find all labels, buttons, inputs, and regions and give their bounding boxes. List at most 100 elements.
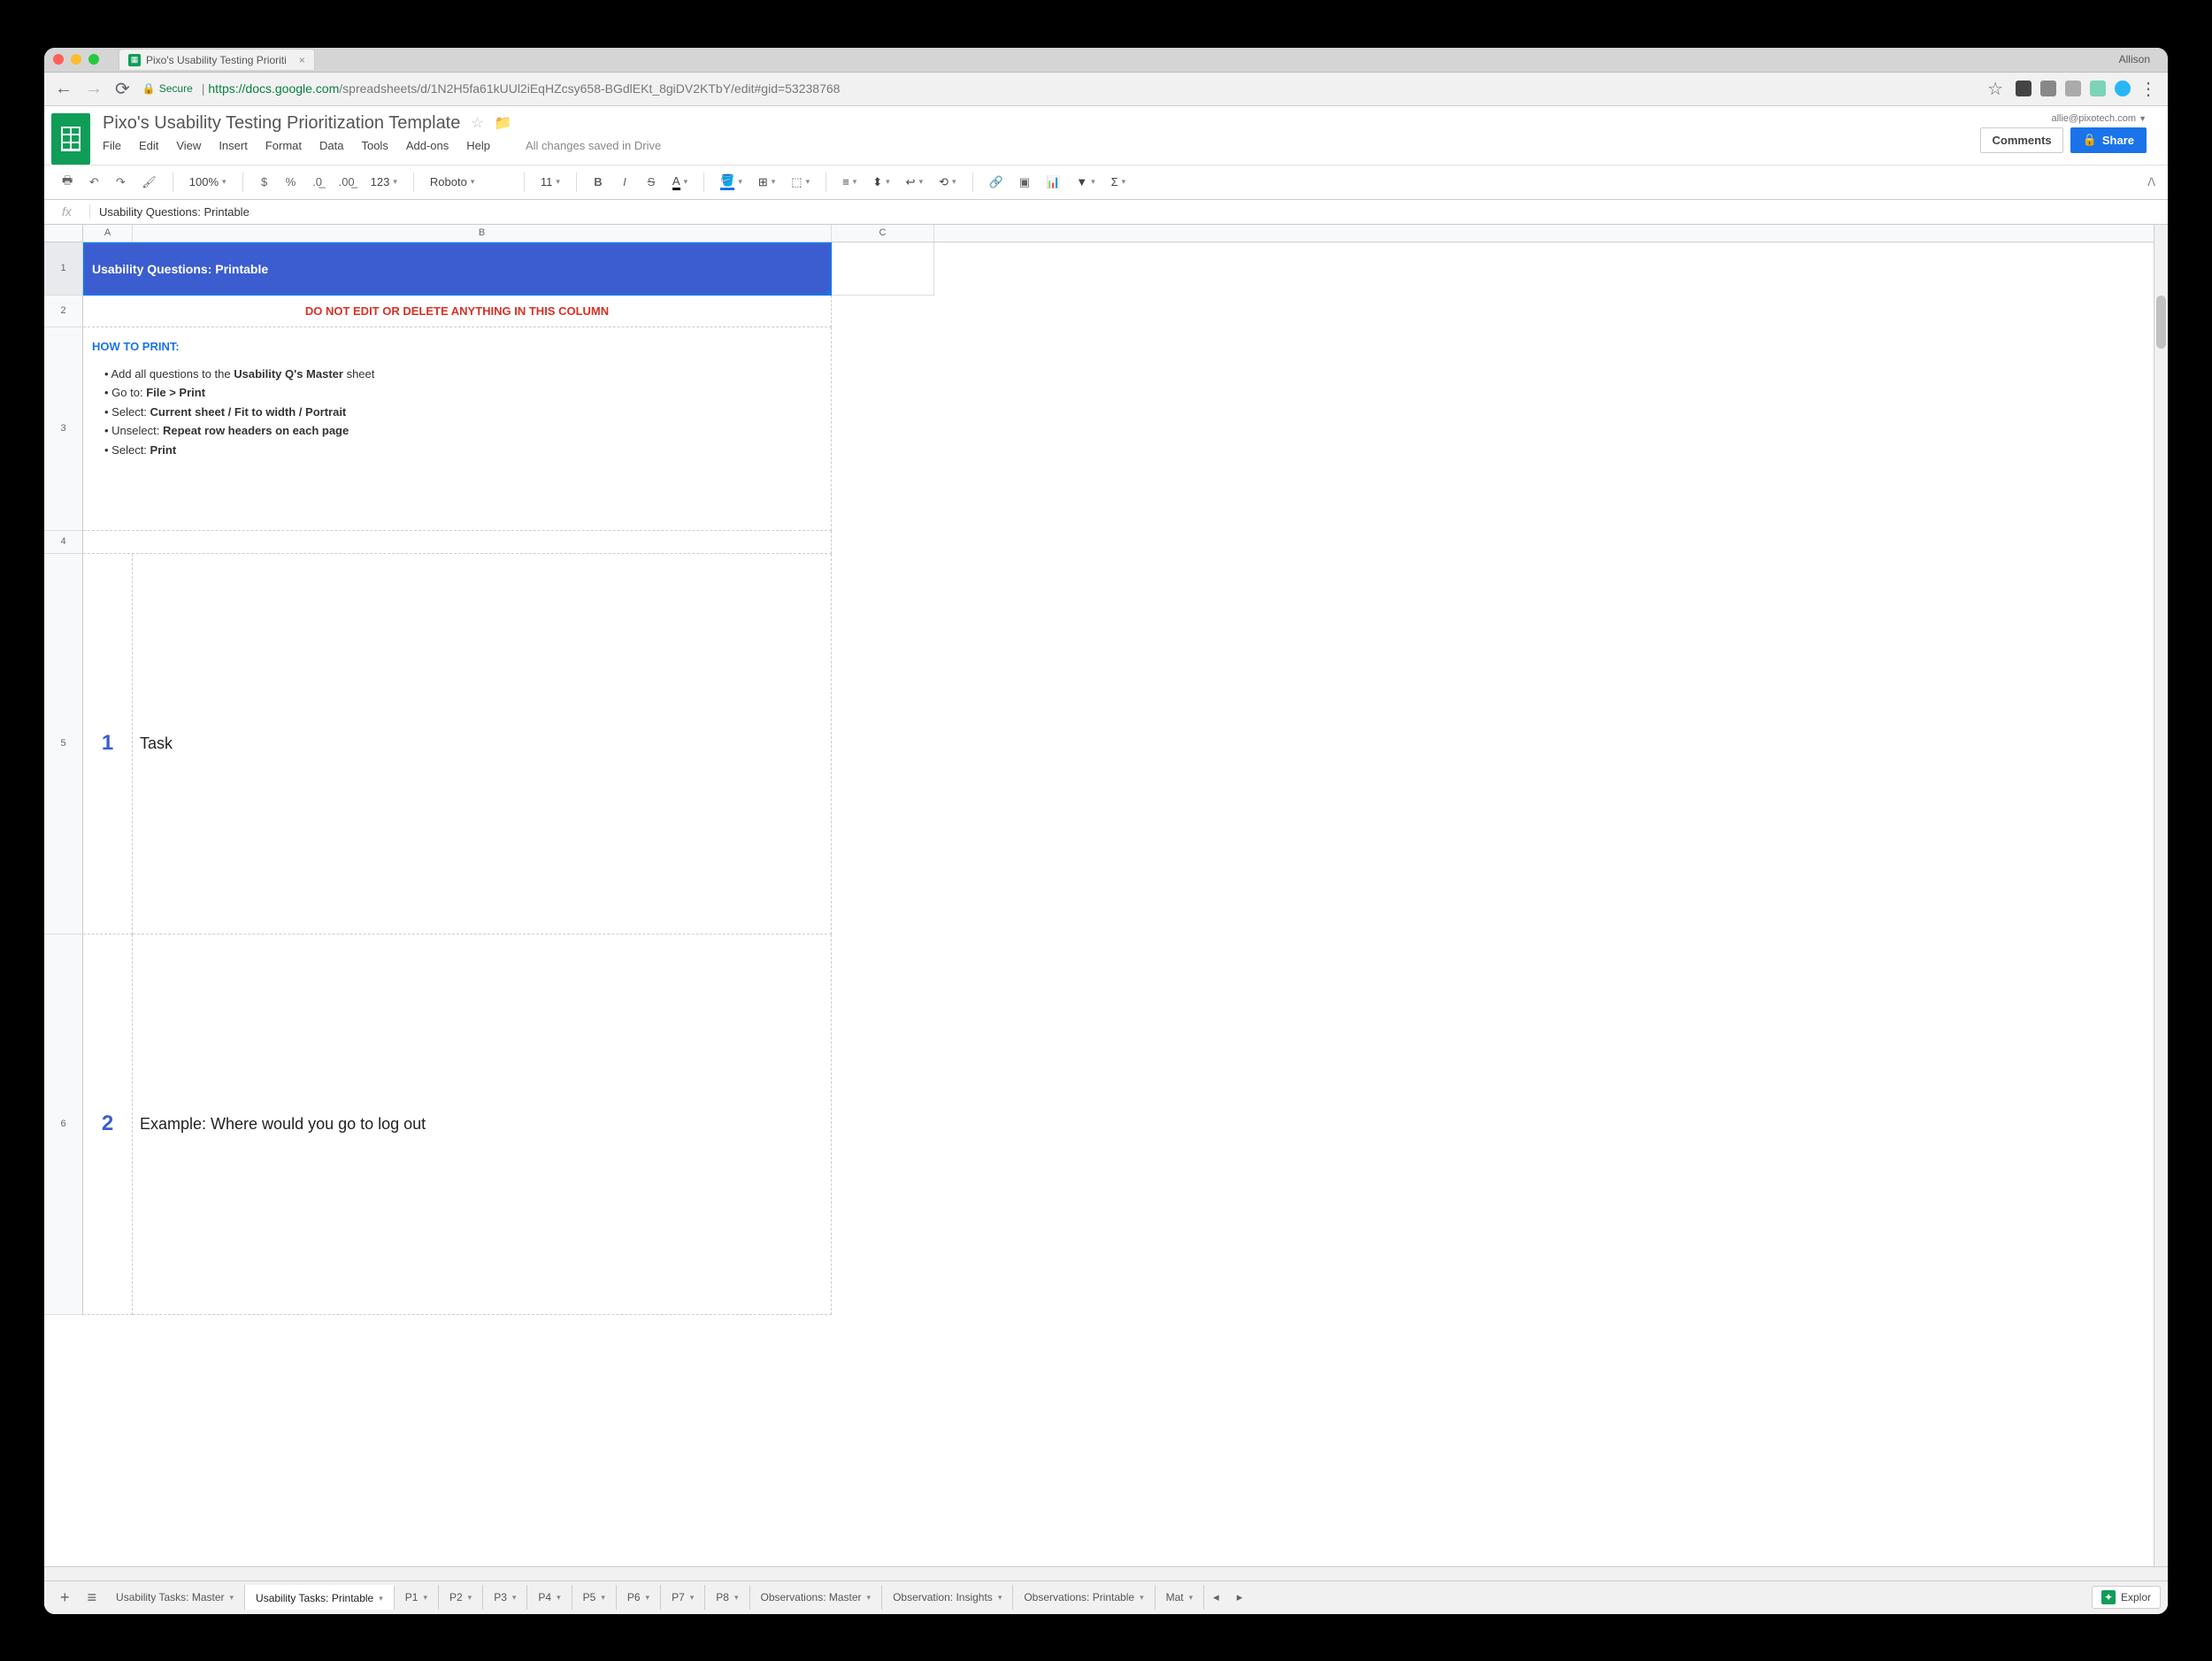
browser-tab[interactable]: ▦ Pixo's Usability Testing Prioriti × xyxy=(119,49,315,70)
sheet-tab[interactable]: Observations: Master▾ xyxy=(750,1585,883,1610)
zoom-select[interactable]: 100%▾ xyxy=(184,172,232,192)
spreadsheet-grid[interactable]: A B C 1 Usability Questions: Printable xyxy=(44,225,2168,1566)
cell-a2[interactable]: DO NOT EDIT OR DELETE ANYTHING IN THIS C… xyxy=(83,296,832,327)
chevron-down-icon[interactable]: ▾ xyxy=(646,1593,650,1603)
h-align-button[interactable]: ≡▾ xyxy=(837,172,862,192)
fill-color-button[interactable]: 🪣▾ xyxy=(715,170,748,194)
tab-close-icon[interactable]: × xyxy=(299,54,305,66)
cell-c3[interactable] xyxy=(832,327,934,531)
font-select[interactable]: Roboto▾ xyxy=(425,172,513,192)
share-button[interactable]: 🔒Share xyxy=(2070,127,2147,153)
horizontal-scrollbar[interactable] xyxy=(44,1566,2168,1580)
column-header-c[interactable]: C xyxy=(832,225,934,242)
folder-icon[interactable]: 📁 xyxy=(495,114,512,132)
italic-button[interactable]: I xyxy=(614,172,635,192)
paint-format-icon[interactable]: 🖌 xyxy=(136,172,162,193)
chevron-down-icon[interactable]: ▾ xyxy=(557,1593,561,1603)
chevron-down-icon[interactable]: ▾ xyxy=(1140,1593,1144,1603)
explore-button[interactable]: ✦ Explor xyxy=(2092,1586,2161,1609)
cell-a4[interactable] xyxy=(83,531,832,554)
bookmark-star-icon[interactable]: ☆ xyxy=(1987,78,2003,100)
forward-button[interactable]: → xyxy=(85,79,103,99)
undo-icon[interactable]: ↶ xyxy=(83,172,104,193)
browser-profile[interactable]: Allison xyxy=(2119,53,2159,65)
collapse-toolbar-icon[interactable]: ᐱ xyxy=(2147,175,2155,189)
sheet-tab[interactable]: P4▾ xyxy=(527,1585,572,1610)
chevron-down-icon[interactable]: ▾ xyxy=(379,1594,383,1603)
extension-icon[interactable] xyxy=(2040,81,2056,96)
extension-icon[interactable] xyxy=(2115,81,2131,96)
menu-insert[interactable]: Insert xyxy=(219,139,248,152)
window-zoom-button[interactable] xyxy=(88,54,99,65)
borders-button[interactable]: ⊞▾ xyxy=(753,172,780,193)
sheet-tab[interactable]: P2▾ xyxy=(439,1585,483,1610)
number-format-select[interactable]: 123▾ xyxy=(365,172,403,192)
print-icon[interactable]: 🖶 xyxy=(57,169,78,196)
vertical-scrollbar[interactable] xyxy=(2154,225,2168,1566)
sheet-tab[interactable]: Usability Tasks: Master▾ xyxy=(105,1585,245,1610)
sheet-tab[interactable]: P5▾ xyxy=(572,1585,617,1610)
cell-a6[interactable]: 2 xyxy=(83,934,133,1315)
currency-icon[interactable]: $ xyxy=(254,172,275,192)
browser-menu-icon[interactable]: ⋮ xyxy=(2139,78,2157,100)
sheets-logo-icon[interactable] xyxy=(51,113,90,165)
document-title[interactable]: Pixo's Usability Testing Prioritization … xyxy=(103,113,460,134)
row-header[interactable]: 1 xyxy=(44,242,83,296)
row-header[interactable]: 2 xyxy=(44,296,83,327)
extension-icon[interactable] xyxy=(2090,81,2106,96)
row-header[interactable]: 4 xyxy=(44,531,83,554)
chevron-down-icon[interactable]: ▾ xyxy=(601,1593,605,1603)
cell-c1[interactable] xyxy=(832,242,934,296)
sheet-tab[interactable]: P8▾ xyxy=(705,1585,749,1610)
chart-icon[interactable]: 📊 xyxy=(1041,172,1065,193)
chevron-down-icon[interactable]: ▾ xyxy=(690,1593,695,1603)
extension-icon[interactable] xyxy=(2016,81,2032,96)
add-sheet-button[interactable]: + xyxy=(51,1583,79,1612)
redo-icon[interactable]: ↷ xyxy=(110,172,131,193)
comment-icon[interactable]: ▣ xyxy=(1014,172,1035,193)
chevron-down-icon[interactable]: ▾ xyxy=(1189,1593,1194,1603)
chevron-down-icon[interactable]: ▾ xyxy=(468,1593,472,1603)
menu-help[interactable]: Help xyxy=(466,139,490,152)
link-icon[interactable]: 🔗 xyxy=(984,172,1009,193)
v-align-button[interactable]: ⬍▾ xyxy=(867,172,895,193)
reload-button[interactable]: ⟳ xyxy=(115,78,130,100)
scroll-tabs-left-icon[interactable]: ◂ xyxy=(1204,1585,1228,1610)
comments-button[interactable]: Comments xyxy=(1980,127,2062,153)
menu-tools[interactable]: Tools xyxy=(361,139,388,152)
all-sheets-button[interactable]: ≡ xyxy=(79,1583,106,1612)
sheet-tab[interactable]: Observations: Printable▾ xyxy=(1013,1585,1155,1610)
decrease-decimal-icon[interactable]: .0̲ xyxy=(307,172,328,192)
sheet-tab[interactable]: Mat▾ xyxy=(1156,1585,1205,1610)
sheet-tab[interactable]: P3▾ xyxy=(483,1585,527,1610)
increase-decimal-icon[interactable]: .00̲ xyxy=(334,172,360,192)
row-header[interactable]: 5 xyxy=(44,554,83,934)
cell-c6[interactable] xyxy=(832,934,934,1315)
sheet-tab[interactable]: P7▾ xyxy=(661,1585,705,1610)
chevron-down-icon[interactable]: ▾ xyxy=(998,1593,1002,1603)
menu-format[interactable]: Format xyxy=(265,139,302,152)
menu-file[interactable]: File xyxy=(103,139,121,152)
merge-button[interactable]: ⬚▾ xyxy=(786,172,815,193)
percent-icon[interactable]: % xyxy=(280,172,302,192)
filter-button[interactable]: ▼▾ xyxy=(1071,172,1100,192)
chevron-down-icon[interactable]: ▾ xyxy=(734,1593,739,1603)
column-header-b[interactable]: B xyxy=(133,225,832,242)
back-button[interactable]: ← xyxy=(55,79,73,99)
menu-edit[interactable]: Edit xyxy=(139,139,158,152)
row-header[interactable]: 6 xyxy=(44,934,83,1315)
text-color-button[interactable]: A▾ xyxy=(667,171,693,194)
cell-a3[interactable]: HOW TO PRINT: Add all questions to the U… xyxy=(83,327,832,531)
cell-c4[interactable] xyxy=(832,531,934,554)
functions-button[interactable]: Σ▾ xyxy=(1106,172,1132,192)
cell-b6[interactable]: Example: Where would you go to log out xyxy=(133,934,832,1315)
chevron-down-icon[interactable]: ▾ xyxy=(230,1593,234,1603)
strikethrough-button[interactable]: S xyxy=(641,172,662,192)
scroll-tabs-right-icon[interactable]: ▸ xyxy=(1228,1585,1252,1610)
select-all-corner[interactable] xyxy=(44,225,83,242)
chevron-down-icon[interactable]: ▾ xyxy=(867,1593,872,1603)
window-minimize-button[interactable] xyxy=(71,54,81,65)
menu-view[interactable]: View xyxy=(176,139,201,152)
chevron-down-icon[interactable]: ▾ xyxy=(423,1593,427,1603)
cell-a5[interactable]: 1 xyxy=(83,554,133,934)
